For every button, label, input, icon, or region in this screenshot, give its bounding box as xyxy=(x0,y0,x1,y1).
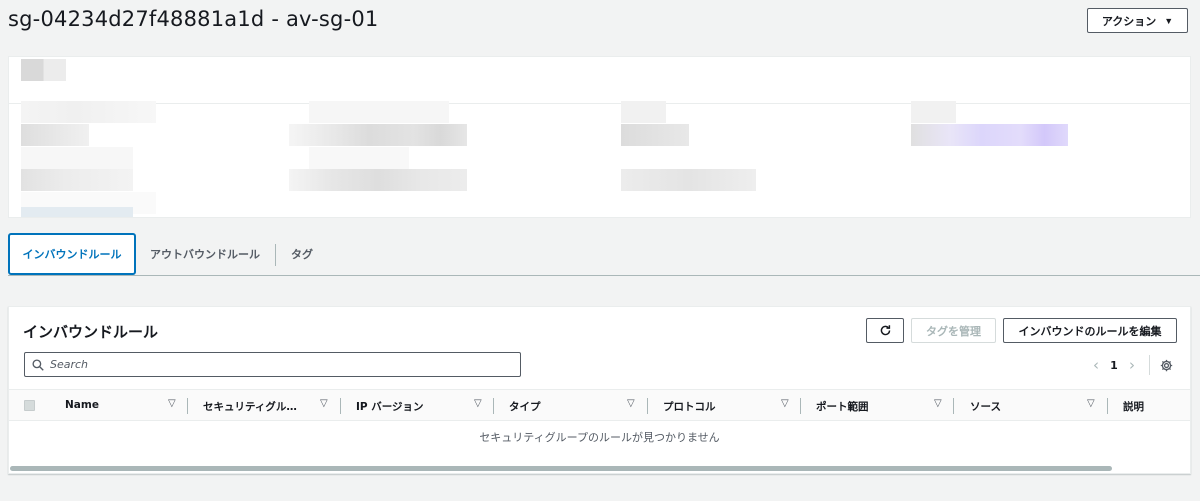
redacted-block xyxy=(21,124,89,146)
horizontal-scrollbar[interactable] xyxy=(10,466,1112,471)
redacted-block xyxy=(309,147,409,169)
redacted-block xyxy=(21,147,133,169)
refresh-button[interactable] xyxy=(866,318,904,343)
tab-outbound-rules[interactable]: アウトバウンドルール xyxy=(142,233,268,275)
column-header-ip-version[interactable]: IP バージョン xyxy=(356,399,424,414)
redacted-block xyxy=(911,101,956,123)
inbound-rules-panel: インバウンドルール タグを管理 インバウンドのルールを編集 ‹ 1 › Name… xyxy=(8,306,1191,474)
details-divider xyxy=(9,103,1190,104)
sort-caret-icon[interactable]: ▽ xyxy=(474,398,482,409)
column-header-type[interactable]: タイプ xyxy=(509,399,541,414)
sort-caret-icon[interactable]: ▽ xyxy=(627,398,635,409)
column-header-source[interactable]: ソース xyxy=(970,399,1001,414)
caret-down-icon: ▼ xyxy=(1164,15,1174,26)
details-panel xyxy=(8,56,1191,218)
manage-tags-button[interactable]: タグを管理 xyxy=(911,318,996,343)
redacted-block xyxy=(21,101,156,123)
sort-caret-icon[interactable]: ▽ xyxy=(1087,398,1095,409)
column-header-port-range[interactable]: ポート範囲 xyxy=(816,399,869,414)
column-divider[interactable] xyxy=(187,398,188,414)
sort-caret-icon[interactable]: ▽ xyxy=(320,398,328,409)
column-divider[interactable] xyxy=(1107,398,1108,414)
panel-title: インバウンドルール xyxy=(23,323,159,341)
actions-label: アクション xyxy=(1101,15,1157,28)
tab-divider xyxy=(275,244,276,266)
column-divider[interactable] xyxy=(953,398,954,414)
select-all-checkbox[interactable] xyxy=(24,400,35,411)
redacted-block xyxy=(621,169,756,191)
column-header-protocol[interactable]: プロトコル xyxy=(663,399,716,414)
column-header-security-group[interactable]: セキュリティグル… xyxy=(203,399,297,414)
column-divider[interactable] xyxy=(340,398,341,414)
column-divider[interactable] xyxy=(493,398,494,414)
previous-page-icon[interactable]: ‹ xyxy=(1087,356,1105,374)
next-page-icon[interactable]: › xyxy=(1123,356,1141,374)
redacted-block xyxy=(309,101,449,123)
page-header: sg-04234d27f48881a1d - av-sg-01 アクション ▼ xyxy=(8,6,1188,36)
sort-caret-icon[interactable]: ▽ xyxy=(781,398,789,409)
column-divider[interactable] xyxy=(800,398,801,414)
redacted-block xyxy=(289,124,467,146)
redacted-block xyxy=(21,207,133,217)
column-header-name[interactable]: Name xyxy=(65,399,99,411)
redacted-block xyxy=(911,124,1068,146)
table-header: Name ▽ セキュリティグル… ▽ IP バージョン ▽ タイプ ▽ プロトコ… xyxy=(9,389,1190,421)
column-header-description[interactable]: 説明 xyxy=(1123,399,1144,414)
settings-gear-icon[interactable] xyxy=(1160,359,1173,372)
current-page[interactable]: 1 xyxy=(1105,359,1123,372)
sort-caret-icon[interactable]: ▽ xyxy=(934,398,942,409)
column-divider[interactable] xyxy=(647,398,648,414)
redacted-block xyxy=(621,124,689,146)
actions-dropdown-button[interactable]: アクション ▼ xyxy=(1087,8,1188,33)
pager-divider xyxy=(1149,355,1150,375)
tab-inbound-rules[interactable]: インバウンドルール xyxy=(8,233,136,275)
empty-state-message: セキュリティグループのルールが見つかりません xyxy=(479,431,720,444)
page-title: sg-04234d27f48881a1d - av-sg-01 xyxy=(8,7,379,31)
redacted-block xyxy=(621,101,666,123)
pagination: ‹ 1 › xyxy=(1087,354,1173,376)
tab-tags[interactable]: タグ xyxy=(280,233,324,275)
edit-inbound-rules-button[interactable]: インバウンドのルールを編集 xyxy=(1003,318,1177,343)
search-icon xyxy=(32,358,44,371)
tab-bar: インバウンドルール アウトバウンドルール タグ xyxy=(8,233,1200,276)
search-field[interactable] xyxy=(24,352,521,377)
redacted-block xyxy=(21,59,66,81)
search-input[interactable] xyxy=(50,358,490,371)
refresh-icon xyxy=(879,324,892,337)
redacted-block xyxy=(289,169,467,191)
sort-caret-icon[interactable]: ▽ xyxy=(168,398,176,409)
redacted-block xyxy=(21,169,133,191)
